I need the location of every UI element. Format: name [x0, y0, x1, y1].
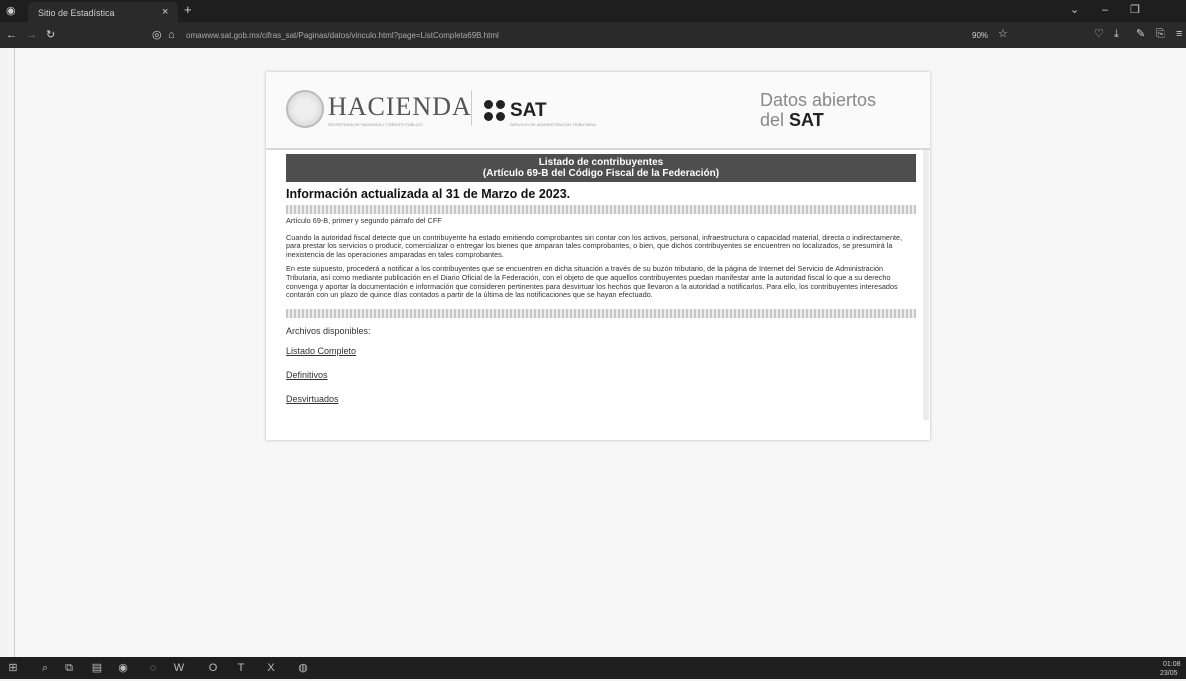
main-content: Listado de contribuyentes (Artículo 69-B… [286, 154, 916, 404]
new-tab-button[interactable]: + [184, 3, 192, 17]
word-icon[interactable]: W [172, 661, 186, 675]
divider-dotted [286, 205, 916, 214]
chrome-icon[interactable]: ◍ [296, 661, 310, 675]
start-button-icon[interactable]: ⊞ [6, 661, 20, 675]
link-desvirtuados[interactable]: Desvirtuados [286, 394, 916, 404]
article-reference: Artículo 69-B, primer y segundo párrafo … [286, 216, 442, 225]
excel-icon[interactable]: X [264, 661, 278, 675]
link-definitivos[interactable]: Definitivos [286, 370, 916, 380]
bookmark-star-icon[interactable]: ☆ [998, 27, 1008, 41]
header-banner: HACIENDA SECRETARÍA DE HACIENDA Y CRÉDIT… [266, 72, 930, 150]
zoom-level[interactable]: 90% [972, 29, 988, 43]
tab-title: Sitio de Estadística [38, 8, 115, 18]
paragraph-1: Cuando la autoridad fiscal detecte que u… [286, 232, 903, 259]
band-line-2: (Artículo 69-B del Código Fiscal de la F… [482, 168, 720, 179]
hacienda-logo-text: HACIENDA [328, 92, 472, 121]
pocket-icon[interactable]: ♡ [1094, 27, 1104, 41]
datos-abiertos-title: Datos abiertos [760, 90, 877, 110]
menu-icon[interactable]: ≡ [1176, 27, 1182, 41]
forward-arrow-icon[interactable]: → [26, 28, 37, 42]
outlook-icon[interactable]: O [206, 661, 220, 675]
lock-icon[interactable]: ⌂ [168, 28, 175, 42]
tab-sitio-estadistica[interactable]: Sitio de Estadística × [28, 2, 178, 22]
back-arrow-icon[interactable]: ← [6, 28, 17, 42]
minimize-list-icon[interactable]: ⌄ [1070, 3, 1079, 17]
page-heading: Información actualizada al 31 de Marzo d… [286, 187, 571, 201]
download-icon[interactable]: ⤓ [1114, 27, 1119, 41]
divider-dotted-2 [286, 308, 916, 318]
archivos-label: Archivos disponibles: [286, 325, 371, 336]
title-band: Listado de contribuyentes (Artículo 69-B… [286, 154, 916, 182]
extensions-icon[interactable]: ✎ [1136, 27, 1145, 41]
shield-icon[interactable]: ◎ [152, 28, 162, 42]
del-word: del [760, 110, 790, 130]
firefox-icon[interactable]: ◉ [116, 661, 130, 675]
paragraph-2: En este supuesto, procederá a notificar … [286, 264, 898, 300]
task-view-icon[interactable]: ⧉ [62, 661, 76, 675]
logo-divider [471, 90, 472, 126]
band-line-1: Listado de contribuyentes [538, 157, 664, 168]
url-field[interactable]: omawww.sat.gob.mx/cifras_sat/Paginas/dat… [186, 29, 499, 43]
browser-tab-bar: ◉ Sitio de Estadística × + ⌄ – ❐ [0, 0, 1186, 22]
edge-icon[interactable]: ◌ [146, 661, 160, 675]
page-sheet: HACIENDA SECRETARÍA DE HACIENDA Y CRÉDIT… [266, 72, 930, 440]
sat-bold-word: SAT [789, 110, 824, 130]
link-listado-completo[interactable]: Listado Completo [286, 346, 916, 356]
maximize-button[interactable]: ❐ [1130, 3, 1140, 17]
close-tab-icon[interactable]: × [162, 5, 168, 19]
browser-logo-icon: ◉ [6, 5, 16, 17]
sat-subtitle: SERVICIO DE ADMINISTRACIÓN TRIBUTARIA [510, 122, 596, 127]
teams-icon[interactable]: T [234, 661, 248, 675]
windows-taskbar: ⊞ ⌕ ⧉ ▤ ◉ ◌ W O T X ◍ 01:08 23/05 [0, 657, 1186, 679]
minimize-button[interactable]: – [1102, 3, 1108, 17]
search-icon[interactable]: ⌕ [38, 661, 52, 675]
del-sat-title: del SAT [760, 110, 824, 131]
share-icon[interactable]: ⎘ [1156, 27, 1165, 41]
mexico-seal-icon [286, 90, 324, 128]
hacienda-subtitle: SECRETARÍA DE HACIENDA Y CRÉDITO PÚBLICO [328, 122, 423, 127]
content-scrollbar[interactable] [923, 150, 929, 420]
sat-dots-icon [484, 100, 506, 122]
file-explorer-icon[interactable]: ▤ [90, 661, 104, 675]
reload-icon[interactable]: ↻ [46, 28, 55, 42]
sat-logo-text: SAT [510, 100, 547, 121]
browser-nav-bar: ← → ↻ ◎ ⌂ omawww.sat.gob.mx/cifras_sat/P… [0, 22, 1186, 48]
